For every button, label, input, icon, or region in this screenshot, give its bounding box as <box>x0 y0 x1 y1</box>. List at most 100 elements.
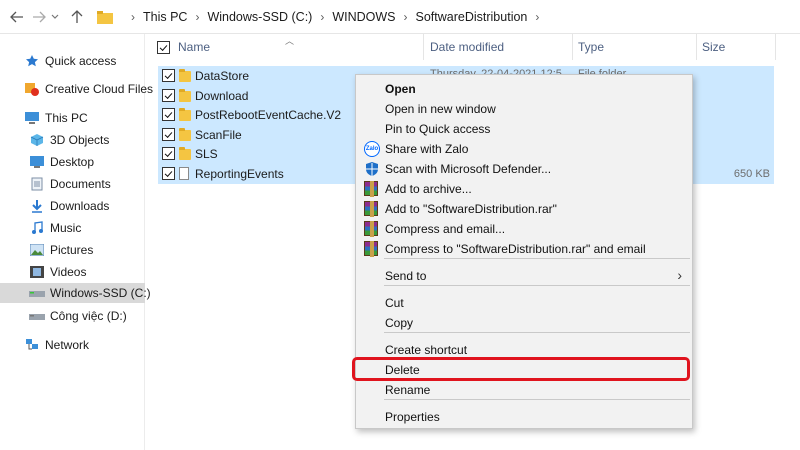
menu-item-label: Add to archive... <box>385 182 472 196</box>
back-button[interactable] <box>6 6 28 28</box>
sidebar-item-label: Documents <box>50 177 111 191</box>
drive-icon <box>29 286 45 300</box>
column-header-size[interactable]: Size <box>702 34 725 60</box>
file-name[interactable]: ReportingEvents <box>195 167 284 181</box>
music-icon <box>29 221 45 235</box>
row-checkbox[interactable] <box>162 167 175 180</box>
star-icon <box>24 54 40 68</box>
zalo-icon: Zalo <box>364 141 380 157</box>
computer-icon <box>24 111 40 125</box>
row-checkbox[interactable] <box>162 69 175 82</box>
file-name[interactable]: DataStore <box>195 69 249 83</box>
select-all-checkbox[interactable] <box>157 41 170 54</box>
menu-item-open[interactable]: Open <box>356 79 692 99</box>
download-icon <box>29 199 45 213</box>
sidebar-item-label: Windows-SSD (C:) <box>50 286 151 300</box>
menu-item-label: Add to "SoftwareDistribution.rar" <box>385 202 557 216</box>
folder-icon <box>179 147 191 160</box>
row-checkbox[interactable] <box>162 108 175 121</box>
folder-icon <box>97 10 113 24</box>
folder-icon <box>179 89 191 102</box>
menu-item-pin-to-quick-access[interactable]: Pin to Quick access <box>356 119 692 139</box>
documents-icon <box>29 177 45 191</box>
menu-item-compress-to-rar-and-email[interactable]: Compress to "SoftwareDistribution.rar" a… <box>356 239 692 259</box>
arrow-up-icon <box>71 10 83 23</box>
menu-item-add-to-archive[interactable]: Add to archive... <box>356 179 692 199</box>
arrow-left-icon <box>10 11 23 23</box>
column-divider[interactable] <box>775 34 776 60</box>
sidebar-item-3d-objects[interactable]: 3D Objects <box>29 130 145 150</box>
winrar-icon <box>364 221 378 237</box>
cube-icon <box>29 133 45 147</box>
sort-ascending-icon: ︿ <box>285 36 295 46</box>
menu-item-label: Open <box>385 82 416 96</box>
menu-item-label: Copy <box>385 316 414 330</box>
menu-item-rename[interactable]: Rename <box>356 380 692 400</box>
up-button[interactable] <box>66 6 88 28</box>
sidebar-item-label: Videos <box>50 265 87 279</box>
recent-locations-button[interactable] <box>48 6 62 28</box>
menu-item-cut[interactable]: Cut <box>356 293 692 313</box>
menu-item-properties[interactable]: Properties <box>356 407 692 427</box>
sidebar-item-this-pc[interactable]: This PC <box>24 108 145 128</box>
sidebar-item-videos[interactable]: Videos <box>29 262 145 282</box>
menu-item-send-to[interactable]: Send to › <box>356 266 692 286</box>
menu-item-copy[interactable]: Copy <box>356 313 692 333</box>
chevron-right-icon[interactable]: › <box>195 10 199 24</box>
menu-item-share-with-zalo[interactable]: Zalo Share with Zalo <box>356 139 692 159</box>
sidebar-item-documents[interactable]: Documents <box>29 174 145 194</box>
row-checkbox[interactable] <box>162 147 175 160</box>
breadcrumb-this-pc[interactable]: This PC <box>143 10 187 24</box>
menu-item-label: Create shortcut <box>385 343 468 357</box>
file-name[interactable]: ScanFile <box>195 128 242 142</box>
sidebar-item-network[interactable]: Network <box>24 335 145 355</box>
column-header-name[interactable]: Name <box>178 34 210 60</box>
breadcrumb-windows-ssd[interactable]: Windows-SSD (C:) <box>207 10 312 24</box>
breadcrumb-windows[interactable]: WINDOWS <box>332 10 395 24</box>
row-checkbox[interactable] <box>162 128 175 141</box>
winrar-icon <box>364 201 378 217</box>
sidebar-item-windows-ssd[interactable]: Windows-SSD (C:) <box>0 283 151 303</box>
sidebar-item-label: Pictures <box>50 243 94 257</box>
sidebar-item-label: 3D Objects <box>50 133 110 147</box>
column-divider[interactable] <box>696 34 697 60</box>
folder-icon <box>179 128 191 141</box>
sidebar-item-cong-viec[interactable]: Công việc (D:) <box>29 306 145 326</box>
file-name[interactable]: PostRebootEventCache.V2 <box>195 108 341 122</box>
chevron-right-icon: › <box>677 267 682 283</box>
file-name[interactable]: Download <box>195 89 248 103</box>
sidebar-item-label: Quick access <box>45 54 117 68</box>
sidebar-item-pictures[interactable]: Pictures <box>29 240 145 260</box>
network-icon <box>24 338 40 352</box>
delete-highlight-annotation <box>352 357 690 381</box>
row-checkbox[interactable] <box>162 89 175 102</box>
checkmark-icon <box>159 43 168 51</box>
column-header-date-modified[interactable]: Date modified <box>430 34 504 60</box>
file-name[interactable]: SLS <box>195 147 218 161</box>
chevron-right-icon[interactable]: › <box>404 10 408 24</box>
menu-item-scan-with-defender[interactable]: Scan with Microsoft Defender... <box>356 159 692 179</box>
column-divider[interactable] <box>572 34 573 60</box>
sidebar-item-desktop[interactable]: Desktop <box>29 152 145 172</box>
breadcrumb-softwaredistribution[interactable]: SoftwareDistribution <box>416 10 528 24</box>
chevron-down-icon <box>51 14 59 19</box>
sidebar-item-label: Network <box>45 338 90 352</box>
pictures-icon <box>29 243 45 257</box>
column-divider[interactable] <box>423 34 424 60</box>
sidebar-item-quick-access[interactable]: Quick access <box>24 51 145 71</box>
chevron-right-icon[interactable]: › <box>535 10 539 24</box>
sidebar-item-label: Music <box>50 221 82 235</box>
drive-icon <box>29 309 45 323</box>
chevron-right-icon[interactable]: › <box>320 10 324 24</box>
forward-button[interactable] <box>28 6 50 28</box>
menu-item-compress-and-email[interactable]: Compress and email... <box>356 219 692 239</box>
menu-item-open-in-new-window[interactable]: Open in new window <box>356 99 692 119</box>
sidebar-item-music[interactable]: Music <box>29 218 145 238</box>
folder-icon <box>179 108 191 121</box>
sidebar-item-downloads[interactable]: Downloads <box>29 196 145 216</box>
menu-item-add-to-rar[interactable]: Add to "SoftwareDistribution.rar" <box>356 199 692 219</box>
column-header-type[interactable]: Type <box>578 34 604 60</box>
winrar-icon <box>364 241 378 257</box>
sidebar-item-creative-cloud[interactable]: Creative Cloud Files <box>24 79 153 99</box>
menu-item-label: Properties <box>385 410 440 424</box>
